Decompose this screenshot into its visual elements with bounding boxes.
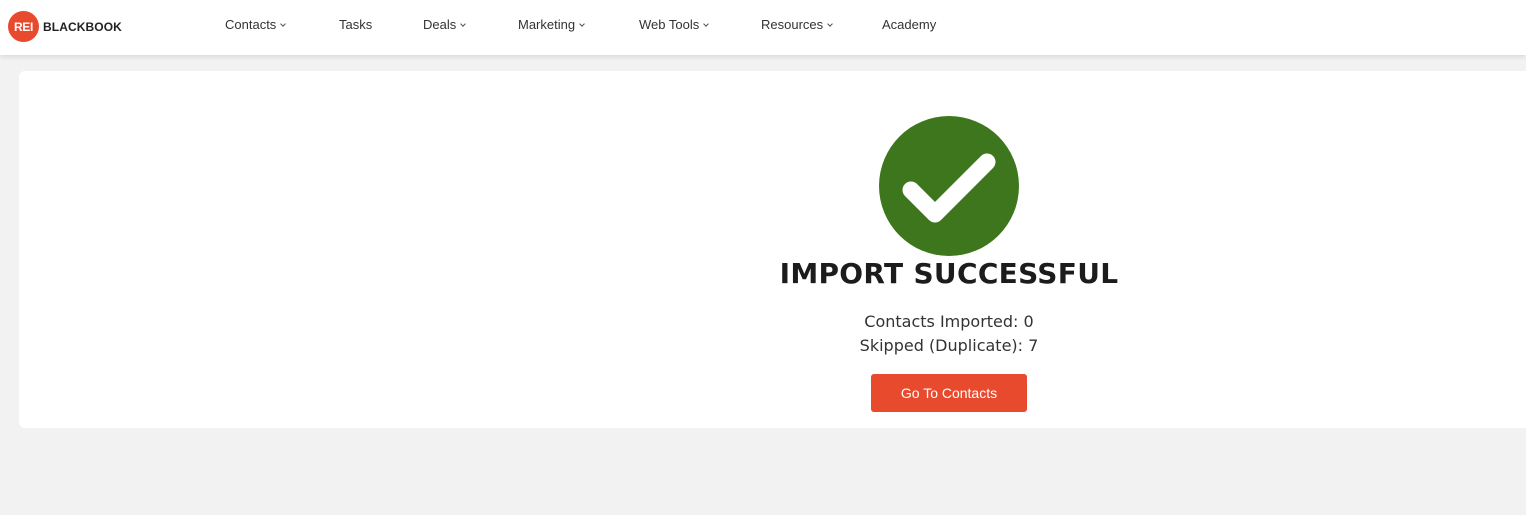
skipped-duplicate-count: Skipped (Duplicate): 7 [859, 336, 1039, 355]
contacts-imported-count: Contacts Imported: 0 [864, 312, 1034, 331]
check-circle-icon [879, 116, 1019, 256]
nav-item-label: Academy [882, 17, 937, 32]
nav-item-academy[interactable]: Academy [882, 17, 936, 32]
chevron-down-icon [280, 20, 287, 27]
nav-item-contacts[interactable]: Contacts [225, 17, 287, 32]
nav-item-label: Web Tools [639, 17, 700, 32]
nav-item-tasks[interactable]: Tasks [339, 17, 372, 32]
main-nav: Contacts Tasks Deals Marketing Web Tools… [0, 0, 1526, 55]
nav-item-deals[interactable]: Deals [423, 17, 467, 32]
page-title: IMPORT SUCCESSFUL [779, 257, 1119, 290]
chevron-down-icon [579, 20, 585, 27]
nav-item-label: Tasks [339, 17, 373, 32]
chevron-down-icon [460, 20, 467, 27]
nav-item-resources[interactable]: Resources [761, 17, 833, 32]
nav-item-label: Deals [423, 17, 457, 32]
import-result-card: IMPORT SUCCESSFUL Contacts Imported: 0 S… [19, 71, 1526, 428]
nav-item-marketing[interactable]: Marketing [518, 17, 585, 32]
top-navbar: REI BLACKBOOK Contacts Tasks Deals Marke… [0, 0, 1526, 55]
nav-item-label: Contacts [225, 17, 277, 32]
nav-item-web-tools[interactable]: Web Tools [639, 17, 710, 32]
chevron-down-icon [703, 20, 710, 27]
go-to-contacts-button[interactable]: Go To Contacts [871, 374, 1027, 412]
nav-item-label: Marketing [518, 17, 576, 32]
nav-item-label: Resources [761, 17, 824, 32]
chevron-down-icon [827, 20, 833, 27]
